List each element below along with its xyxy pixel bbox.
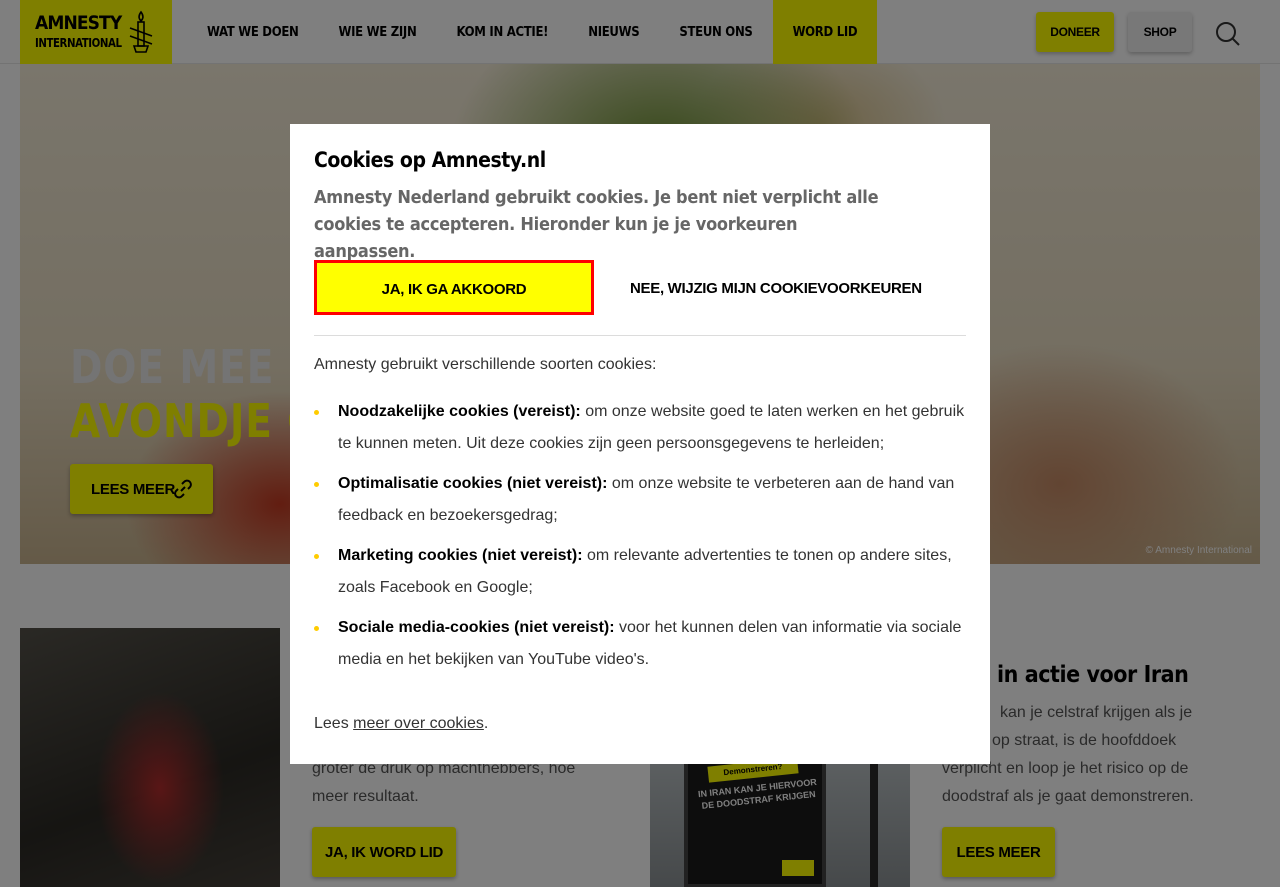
bullet-icon [314, 626, 319, 631]
change-cookie-preferences-button[interactable]: NEE, WIJZIG MIJN COOKIEVOORKEUREN [630, 274, 922, 302]
cookie-dialog-title: Cookies op Amnesty.nl [314, 148, 546, 172]
cookie-type-label: Optimalisatie cookies (niet vereist): [338, 475, 608, 492]
cookie-dialog-footer: Lees meer over cookies. [314, 715, 488, 733]
footer-suffix: . [483, 715, 489, 732]
bullet-icon [314, 554, 319, 559]
divider [314, 335, 966, 336]
cookie-type-item: Sociale media-cookies (niet vereist): vo… [314, 612, 966, 676]
cookie-type-label: Marketing cookies (niet vereist): [338, 547, 583, 564]
cookie-type-label: Sociale media-cookies (niet vereist): [338, 619, 615, 636]
cookie-type-item: Optimalisatie cookies (niet vereist): om… [314, 468, 966, 532]
footer-prefix: Lees [314, 715, 354, 732]
cookie-type-label: Noodzakelijke cookies (vereist): [338, 403, 581, 420]
cookie-dialog-intro: Amnesty Nederland gebruikt cookies. Je b… [314, 187, 879, 262]
cookie-type-item: Noodzakelijke cookies (vereist): om onze… [314, 396, 966, 460]
cookie-types-list: Noodzakelijke cookies (vereist): om onze… [314, 396, 966, 684]
cookie-type-item: Marketing cookies (niet vereist): om rel… [314, 540, 966, 604]
accept-cookies-button[interactable]: JA, IK GA AKKOORD [314, 260, 594, 315]
cookie-consent-dialog: Cookies op Amnesty.nl Amnesty Nederland … [290, 124, 990, 764]
bullet-icon [314, 410, 319, 415]
bullet-icon [314, 482, 319, 487]
more-about-cookies-link[interactable]: meer over cookies [353, 715, 484, 732]
cookie-types-lead: Amnesty gebruikt verschillende soorten c… [314, 356, 657, 373]
